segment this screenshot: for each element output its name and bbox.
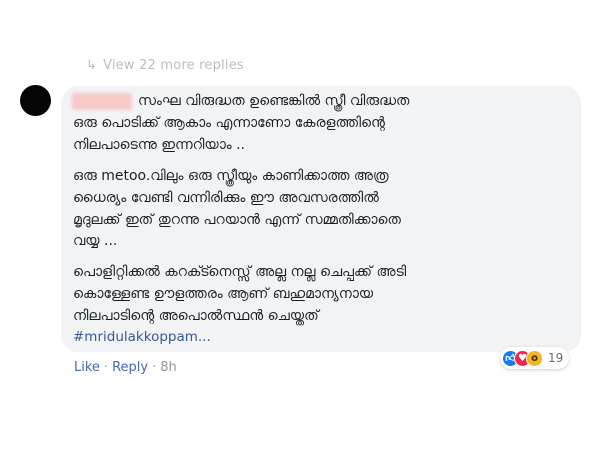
like-button[interactable]: Like [74,360,100,375]
comment-line-4: ഒരു metoo.വിലും ഒരു സ്ത്രീയും കാണിക്കാത്… [73,168,389,184]
separator-dot: · [103,360,109,375]
reaction-count: 19 [548,351,564,365]
wow-icon: o [526,349,543,367]
comment-line-9: കൊള്ളേണ്ട ഊളത്തരം ആണ് ബഹുമാന്യനായ [73,286,374,302]
comment-line-2: ഒരു പൊടിക്ക് ആകാം എന്നാണോ കേരളത്തിന്റെ [73,115,385,131]
timestamp[interactable]: 8h [160,360,177,375]
comment-thread: ↳ View 22 more replies സംഘ വിരുദ്ധത ഉണ്ടെ… [0,0,600,450]
comment-actions: Like · Reply · 8h [74,360,177,376]
redacted-commenter-name[interactable] [72,93,132,110]
view-more-replies-label: View 22 more replies [103,58,244,73]
reply-arrow-icon: ↳ [86,58,98,73]
comment-line-6: മൃദുലക്ക് ഇത് തുറന്നു പറയാൻ എന്ന് സമ്മതി… [73,212,401,228]
comment-line-10: നിലപാടിന്റെ അപൊൽസ്ഥൻ ചെയ്തത് [73,308,319,324]
comment-line-1: സംഘ വിരുദ്ധത ഉണ്ടെങ്കിൽ സ്ത്രീ വിരുദ്ധത [138,93,410,109]
avatar[interactable] [20,85,51,116]
comment-line-8: പൊളിറ്റിക്കൽ കറക്ട്നെസ്സ് അല്ല നല്ല ചെപ്… [73,264,407,280]
hashtag-link[interactable]: #mridulakkoppam... [73,328,211,346]
view-more-replies-link[interactable]: ↳ View 22 more replies [86,58,244,74]
comment-line-7: വയ്യ ... [73,233,118,249]
separator-dot: · [152,360,157,375]
reply-button[interactable]: Reply [112,360,148,375]
reaction-summary[interactable]: 👍︎ ♥ o 19 [500,347,570,369]
comment-line-3: നിലപാടെന്നു ഇന്നറിയാം .. [73,137,245,153]
comment-line-5: ധൈര്യം വേണ്ടി വന്നിരിക്കും ഈ അവസരത്തിൽ [73,190,379,206]
